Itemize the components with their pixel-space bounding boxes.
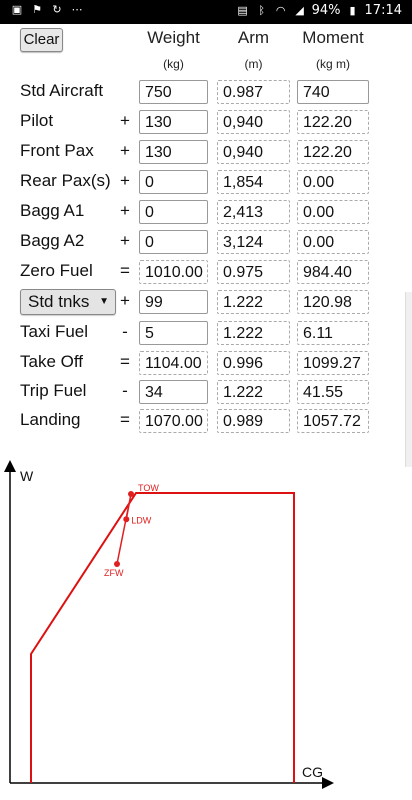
status-bar-left: ▣ ⚑ ↻ ⋯ (10, 3, 84, 17)
row-label-taxi-fuel: Taxi Fuel (20, 322, 89, 341)
take-off-weight-value: 1104.00 (139, 351, 208, 375)
wifi-icon: ◠ (275, 3, 286, 17)
zero-fuel-moment-value: 984.40 (297, 260, 369, 284)
landing-moment-value: 1057.72 (297, 409, 369, 433)
scroll-indicator[interactable] (405, 292, 412, 467)
pilot-moment-value: 122.20 (297, 110, 369, 134)
bagg-a2-moment-value: 0.00 (297, 230, 369, 254)
row-label-zero-fuel: Zero Fuel (20, 261, 93, 280)
row-label-rear-pax: Rear Pax(s) (20, 171, 111, 190)
moment-unit: (kg m) (316, 57, 350, 71)
trip-fuel-weight-input[interactable]: 34 (139, 380, 208, 404)
taxi-fuel-arm-value: 1.222 (217, 321, 290, 345)
weight-unit: (kg) (163, 57, 184, 71)
more-icon: ⋯ (71, 3, 83, 16)
trip-fuel-arm-value: 1.222 (217, 380, 290, 404)
bagg-a1-arm-value: 2,413 (217, 200, 290, 224)
std-aircraft-moment-input[interactable]: 740 (297, 80, 369, 104)
operator: + (120, 141, 130, 160)
tow-point (128, 491, 134, 497)
x-axis-label: CG (302, 764, 323, 780)
ldw-point (123, 516, 130, 523)
row-label-trip-fuel: Trip Fuel (20, 381, 87, 400)
zero-fuel-weight-value: 1010.00 (139, 260, 208, 284)
row-label-landing: Landing (20, 410, 81, 429)
std-aircraft-arm-value: 0.987 (217, 80, 290, 104)
status-bar-right: ▤ ᛒ ◠ ◢ 94% ▮ 17:14 (236, 3, 402, 18)
cg-envelope-chart: W CG TOW LDW ZFW (4, 460, 334, 789)
y-axis-label: W (20, 468, 34, 484)
operator: - (122, 381, 128, 400)
operator: + (120, 201, 130, 220)
front-pax-weight-input[interactable]: 130 (139, 140, 208, 164)
row-label-take-off: Take Off (20, 352, 83, 371)
arm-header: Arm (237, 28, 270, 47)
sync-icon: ↻ (52, 3, 62, 16)
rear-pax-arm-value: 1,854 (217, 170, 290, 194)
row-label-pilot: Pilot (20, 111, 54, 130)
zero-fuel-arm-value: 0.975 (217, 260, 290, 284)
fuel-weight-input[interactable]: 99 (139, 290, 208, 314)
lock-icon: ▤ (237, 3, 248, 17)
status-bar: ▣ ⚑ ↻ ⋯ ▤ ᛒ ◠ ◢ 94% ▮ 17:14 (0, 0, 412, 24)
front-pax-arm-value: 0,940 (217, 140, 290, 164)
cg-envelope-outline (30, 492, 295, 783)
tow-point-label: TOW (138, 483, 159, 493)
bagg-a1-moment-value: 0.00 (297, 200, 369, 224)
arm-unit: (m) (244, 57, 263, 71)
row-label-bagg-a1: Bagg A1 (20, 201, 85, 220)
weight-header: Weight (147, 28, 200, 47)
flag-icon: ⚑ (32, 3, 42, 16)
battery-percent: 94% (311, 3, 341, 18)
operator: + (120, 291, 130, 310)
row-label-front-pax: Front Pax (20, 141, 94, 160)
clock: 17:14 (364, 3, 402, 18)
trip-fuel-moment-value: 41.55 (297, 380, 369, 404)
moment-header: Moment (302, 28, 364, 47)
signal-icon: ◢ (295, 3, 304, 17)
take-off-arm-value: 0.996 (217, 351, 290, 375)
pilot-weight-input[interactable]: 130 (139, 110, 208, 134)
operator: = (120, 410, 130, 429)
zfw-point (114, 561, 120, 567)
clear-button[interactable]: Clear (20, 28, 63, 52)
operator: = (120, 261, 130, 280)
operator: + (120, 111, 130, 130)
rear-pax-weight-input[interactable]: 0 (139, 170, 208, 194)
taxi-fuel-moment-value: 6.11 (297, 321, 369, 345)
row-label-bagg-a2: Bagg A2 (20, 231, 85, 250)
fuel-moment-value: 120.98 (297, 290, 369, 314)
dropdown-caret-icon: ▼ (99, 296, 109, 307)
std-aircraft-weight-input[interactable]: 750 (139, 80, 208, 104)
operator: + (120, 171, 130, 190)
landing-weight-value: 1070.00 (139, 409, 208, 433)
bluetooth-icon: ᛒ (258, 3, 265, 17)
bagg-a2-weight-input[interactable]: 0 (139, 230, 208, 254)
gallery-icon: ▣ (11, 3, 23, 16)
pilot-arm-value: 0,940 (217, 110, 290, 134)
cg-travel-line (116, 493, 132, 565)
operator: + (120, 231, 130, 250)
rear-pax-moment-value: 0.00 (297, 170, 369, 194)
take-off-moment-value: 1099.27 (297, 351, 369, 375)
fuel-arm-value: 1.222 (217, 290, 290, 314)
zfw-point-label: ZFW (104, 568, 124, 578)
taxi-fuel-weight-input[interactable]: 5 (139, 321, 208, 345)
operator: = (120, 352, 130, 371)
bagg-a2-arm-value: 3,124 (217, 230, 290, 254)
row-label-std-aircraft: Std Aircraft (20, 81, 104, 100)
operator: - (122, 322, 128, 341)
ldw-point-label: LDW (131, 515, 152, 525)
front-pax-moment-value: 122.20 (297, 140, 369, 164)
bagg-a1-weight-input[interactable]: 0 (139, 200, 208, 224)
fuel-tank-select[interactable]: Std tnks ▼ (20, 289, 116, 315)
battery-icon: ▮ (349, 3, 356, 17)
fuel-tank-select-value: Std tnks (28, 292, 90, 311)
landing-arm-value: 0.989 (217, 409, 290, 433)
